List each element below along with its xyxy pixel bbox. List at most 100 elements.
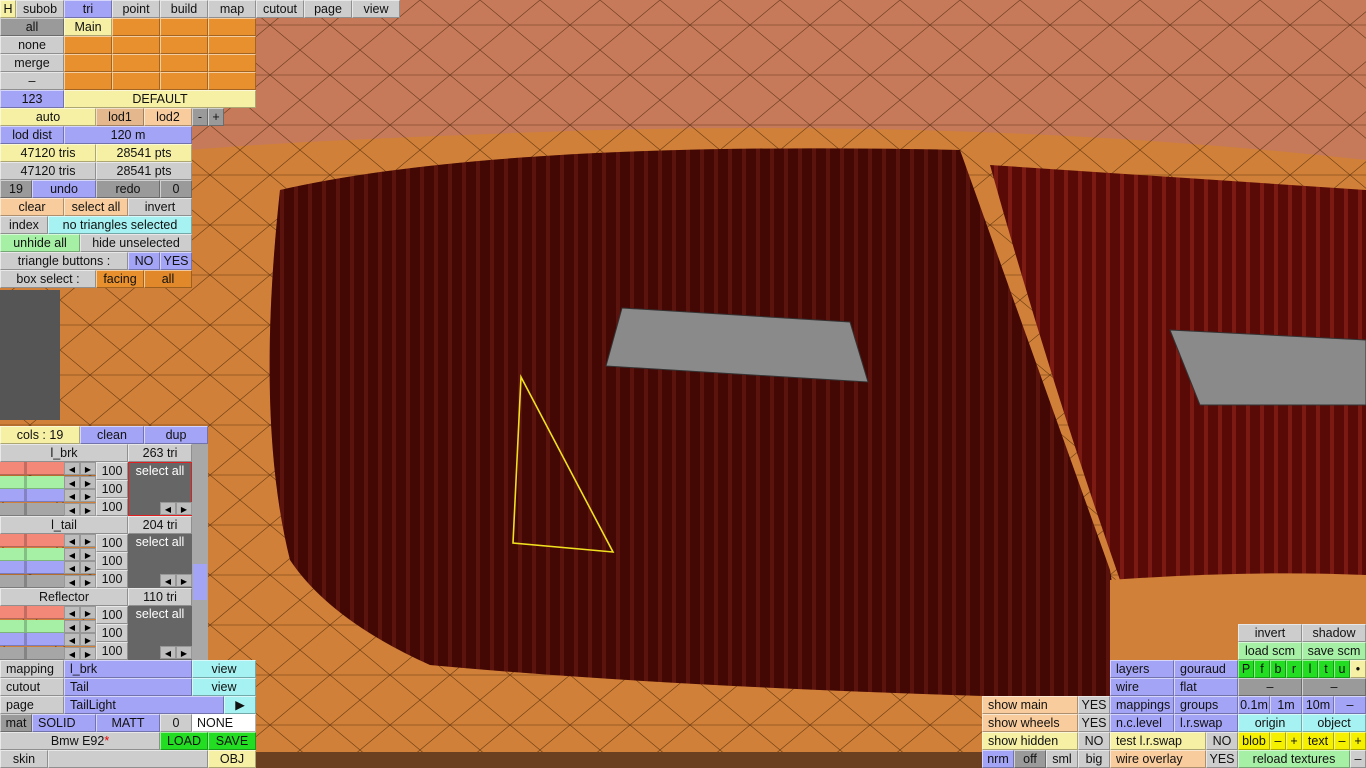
lod2-button[interactable]: lod2	[144, 108, 192, 126]
arrow-left-icon[interactable]: ◀	[64, 646, 80, 660]
color-slider[interactable]	[0, 489, 64, 502]
wire-overlay-toggle[interactable]: wire overlay	[1110, 750, 1206, 768]
select-all-tris-button[interactable]: select all	[64, 198, 128, 216]
group-value[interactable]: 100	[96, 642, 128, 660]
slider-knob[interactable]	[24, 646, 27, 659]
off-button[interactable]: off	[1014, 750, 1046, 768]
show-hidden-value[interactable]: NO	[1078, 732, 1110, 750]
group-scrollbar[interactable]	[192, 444, 208, 660]
color-slider[interactable]	[0, 462, 64, 475]
scroll-right-icon[interactable]: ▶	[176, 574, 192, 587]
layer-slot[interactable]	[208, 72, 256, 90]
group-name[interactable]: Reflector	[0, 588, 128, 606]
shadow-button[interactable]: shadow	[1302, 624, 1366, 642]
layer-slot[interactable]	[64, 36, 112, 54]
arrow-right-icon[interactable]: ▶	[80, 633, 96, 646]
group-name[interactable]: l_tail	[0, 516, 128, 534]
arrow-right-icon[interactable]: ▶	[80, 489, 96, 502]
show-hidden-toggle[interactable]: show hidden	[982, 732, 1078, 750]
arrow-right-icon[interactable]: ▶	[80, 547, 96, 561]
dup-button[interactable]: dup	[144, 426, 208, 444]
scrollbar-thumb[interactable]	[193, 564, 207, 600]
flat-button[interactable]: flat	[1174, 678, 1238, 696]
lod-minus-button[interactable]: -	[192, 108, 208, 126]
nrm-button[interactable]: nrm	[982, 750, 1014, 768]
arrow-left-icon[interactable]: ◀	[64, 574, 80, 588]
test-lr-swap-toggle[interactable]: test l.r.swap	[1110, 732, 1206, 750]
dash-button-2[interactable]: –	[1302, 678, 1366, 696]
lod1-button[interactable]: lod1	[96, 108, 144, 126]
tab-5[interactable]: map	[208, 0, 256, 18]
slider-knob[interactable]	[24, 534, 27, 546]
tab-0[interactable]: H	[0, 0, 16, 18]
layer-slot[interactable]	[112, 54, 160, 72]
scale-dash[interactable]: –	[1334, 696, 1366, 714]
color-slider[interactable]	[0, 502, 64, 516]
origin-button[interactable]: origin	[1238, 714, 1302, 732]
text-plus[interactable]: +	[1350, 732, 1366, 750]
arrow-left-icon[interactable]: ◀	[64, 489, 80, 502]
scale-0.1m[interactable]: 0.1m	[1238, 696, 1270, 714]
save-scm-button[interactable]: save scm	[1302, 642, 1366, 660]
arrow-right-icon[interactable]: ▶	[80, 619, 96, 633]
blob-button[interactable]: blob	[1238, 732, 1270, 750]
show-main-value[interactable]: YES	[1078, 696, 1110, 714]
test-lr-swap-value[interactable]: NO	[1206, 732, 1238, 750]
view-4[interactable]: l	[1302, 660, 1318, 678]
slider-knob[interactable]	[24, 561, 27, 573]
triangle-buttons-no[interactable]: NO	[128, 252, 160, 270]
mat-solid[interactable]: SOLID	[32, 714, 96, 732]
view-7[interactable]: •	[1350, 660, 1366, 678]
slider-knob[interactable]	[24, 475, 27, 488]
big-button[interactable]: big	[1078, 750, 1110, 768]
color-slider[interactable]	[0, 619, 64, 633]
slider-knob[interactable]	[24, 489, 27, 501]
mat-value[interactable]: 0	[160, 714, 192, 732]
slider-knob[interactable]	[24, 619, 27, 632]
show-main-toggle[interactable]: show main	[982, 696, 1078, 714]
lod-plus-button[interactable]: +	[208, 108, 224, 126]
lr-swap-button[interactable]: l.r.swap	[1174, 714, 1238, 732]
arrow-right-icon[interactable]: ▶	[80, 475, 96, 489]
scale-1m[interactable]: 1m	[1270, 696, 1302, 714]
hide-unselected-button[interactable]: hide unselected	[80, 234, 192, 252]
merge-button[interactable]: merge	[0, 54, 64, 72]
select-none-button[interactable]: none	[0, 36, 64, 54]
sml-button[interactable]: sml	[1046, 750, 1078, 768]
arrow-left-icon[interactable]: ◀	[64, 462, 80, 475]
view-0[interactable]: P	[1238, 660, 1254, 678]
slider-knob[interactable]	[24, 502, 27, 515]
color-slider[interactable]	[0, 475, 64, 489]
box-select-all[interactable]: all	[144, 270, 192, 288]
tab-4[interactable]: build	[160, 0, 208, 18]
group-value[interactable]: 100	[96, 480, 128, 498]
tab-3[interactable]: point	[112, 0, 160, 18]
dash-button-1[interactable]: –	[1238, 678, 1302, 696]
arrow-left-icon[interactable]: ◀	[64, 547, 80, 561]
layer-slot[interactable]	[160, 72, 208, 90]
layer-slot[interactable]	[64, 54, 112, 72]
layer-slot[interactable]	[112, 36, 160, 54]
undo-button[interactable]: undo	[32, 180, 96, 198]
arrow-right-icon[interactable]: ▶	[80, 462, 96, 475]
groups-button[interactable]: groups	[1174, 696, 1238, 714]
obj-button[interactable]: OBJ	[208, 750, 256, 768]
object-button[interactable]: object	[1302, 714, 1366, 732]
arrow-left-icon[interactable]: ◀	[64, 619, 80, 633]
index-button[interactable]: index	[0, 216, 48, 234]
color-slider[interactable]	[0, 646, 64, 660]
lod-auto-button[interactable]: auto	[0, 108, 96, 126]
group-value[interactable]: 100	[96, 534, 128, 552]
clean-button[interactable]: clean	[80, 426, 144, 444]
text-minus[interactable]: –	[1334, 732, 1350, 750]
save-button[interactable]: SAVE	[208, 732, 256, 750]
wire-overlay-value[interactable]: YES	[1206, 750, 1238, 768]
group-value[interactable]: 100	[96, 498, 128, 516]
arrow-right-icon[interactable]: ▶	[80, 646, 96, 660]
default-layer[interactable]: DEFAULT	[64, 90, 256, 108]
slider-knob[interactable]	[24, 462, 27, 474]
arrow-left-icon[interactable]: ◀	[64, 475, 80, 489]
layer-slot[interactable]	[112, 72, 160, 90]
scroll-right-icon[interactable]: ▶	[176, 502, 192, 515]
group-value[interactable]: 100	[96, 624, 128, 642]
